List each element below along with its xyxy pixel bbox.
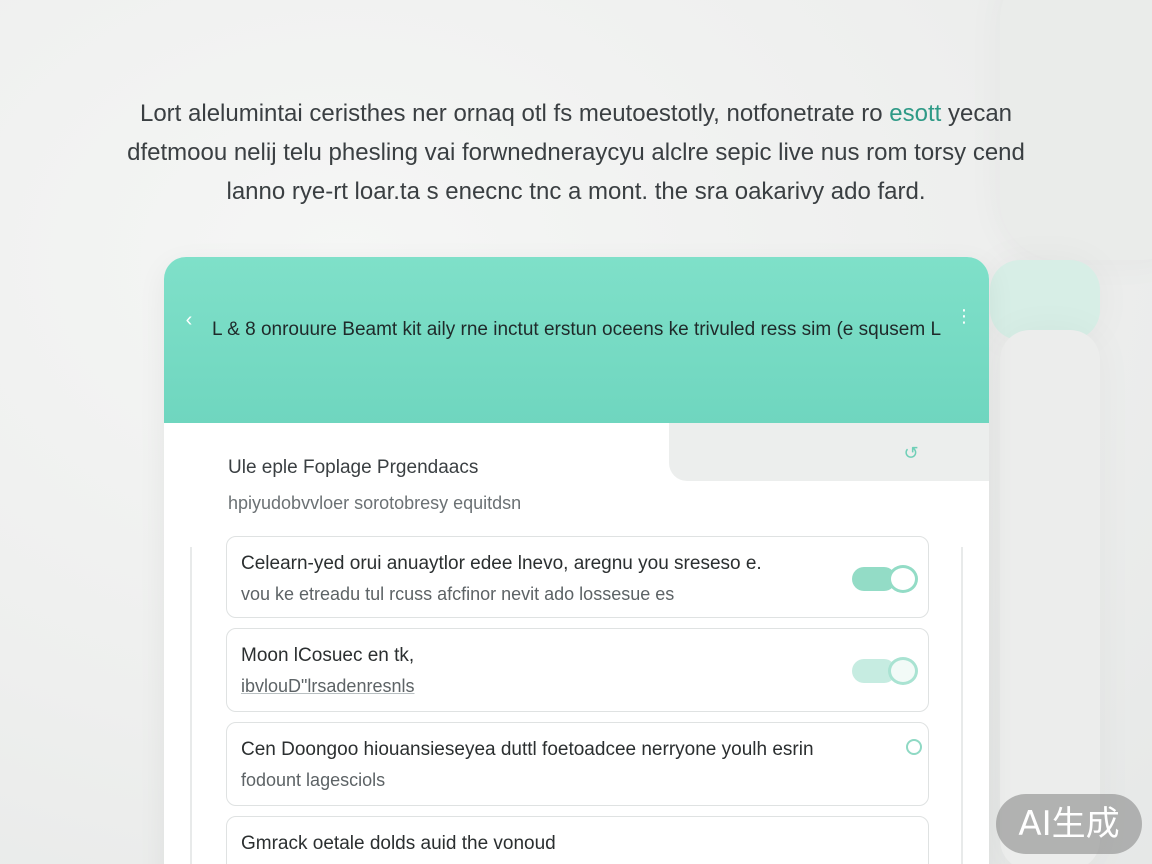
list-item[interactable]: Celearn-yed orui anuaytlor edee lnevo, a… [226, 536, 929, 618]
toggle-knob [888, 565, 918, 593]
more-vertical-icon[interactable]: ⋮ [953, 301, 975, 331]
panel-tab[interactable] [669, 423, 989, 481]
intro-accent-text: esott [889, 100, 942, 127]
divider [961, 547, 963, 864]
list-item[interactable]: Gmrack oetale dolds auid the vonoud [226, 816, 929, 864]
list-item-description: vou ke etreadu tul rcuss afcfinor nevit … [241, 584, 675, 604]
refresh-icon[interactable]: ↺ [899, 441, 923, 465]
list-item-title: Gmrack oetale dolds auid the vonoud [241, 833, 556, 854]
list-item-title: Moon lCosuec en tk, [241, 645, 415, 666]
watermark-badge: AI生成 [996, 794, 1142, 854]
toggle-switch[interactable] [852, 657, 920, 685]
intro-line-1: Lort alelumintai ceristhes ner ornaq otl… [139, 100, 1013, 127]
list-item-title: Cen Doongoo hiouansieseyea duttl foetoad… [241, 739, 814, 760]
list-item[interactable]: Moon lCosuec en tk, ibvlouD"lrsadenresnl… [226, 628, 929, 712]
divider [190, 547, 192, 864]
toggle-switch[interactable] [852, 565, 920, 593]
intro-line-3: lanno rye-rt loar.ta s enecnc tnc a mont… [226, 178, 926, 205]
background-shape [990, 260, 1100, 340]
card-header: ‹ L & 8 onrouure Beamt kit aily rne inct… [164, 257, 989, 423]
list-item[interactable]: Cen Doongoo hiouansieseyea duttl foetoad… [226, 722, 929, 806]
list-item-title: Celearn-yed orui anuaytlor edee lnevo, a… [241, 553, 762, 574]
list-item-description: fodount lagesciols [241, 770, 386, 790]
arrow-left-icon[interactable]: ‹ [178, 309, 200, 331]
intro-line-2: dfetmoou nelij telu phesling vai forwned… [127, 139, 1025, 166]
toggle-knob [888, 657, 918, 685]
header-title: L & 8 onrouure Beamt kit aily rne inctut… [212, 319, 942, 340]
background-shape [1000, 330, 1100, 864]
list-item-link[interactable]: ibvlouD"lrsadenresnls [241, 671, 914, 701]
intro-paragraph: Lort alelumintai ceristhes ner ornaq otl… [60, 94, 1092, 211]
radio-button[interactable] [906, 739, 922, 755]
section-subtitle: hpiyudobvvloer sorotobresy equitdsn [228, 493, 522, 513]
section-title: Ule eple Foplage Prgendaacs [228, 457, 479, 478]
settings-card: ‹ L & 8 onrouure Beamt kit aily rne inct… [164, 257, 989, 864]
